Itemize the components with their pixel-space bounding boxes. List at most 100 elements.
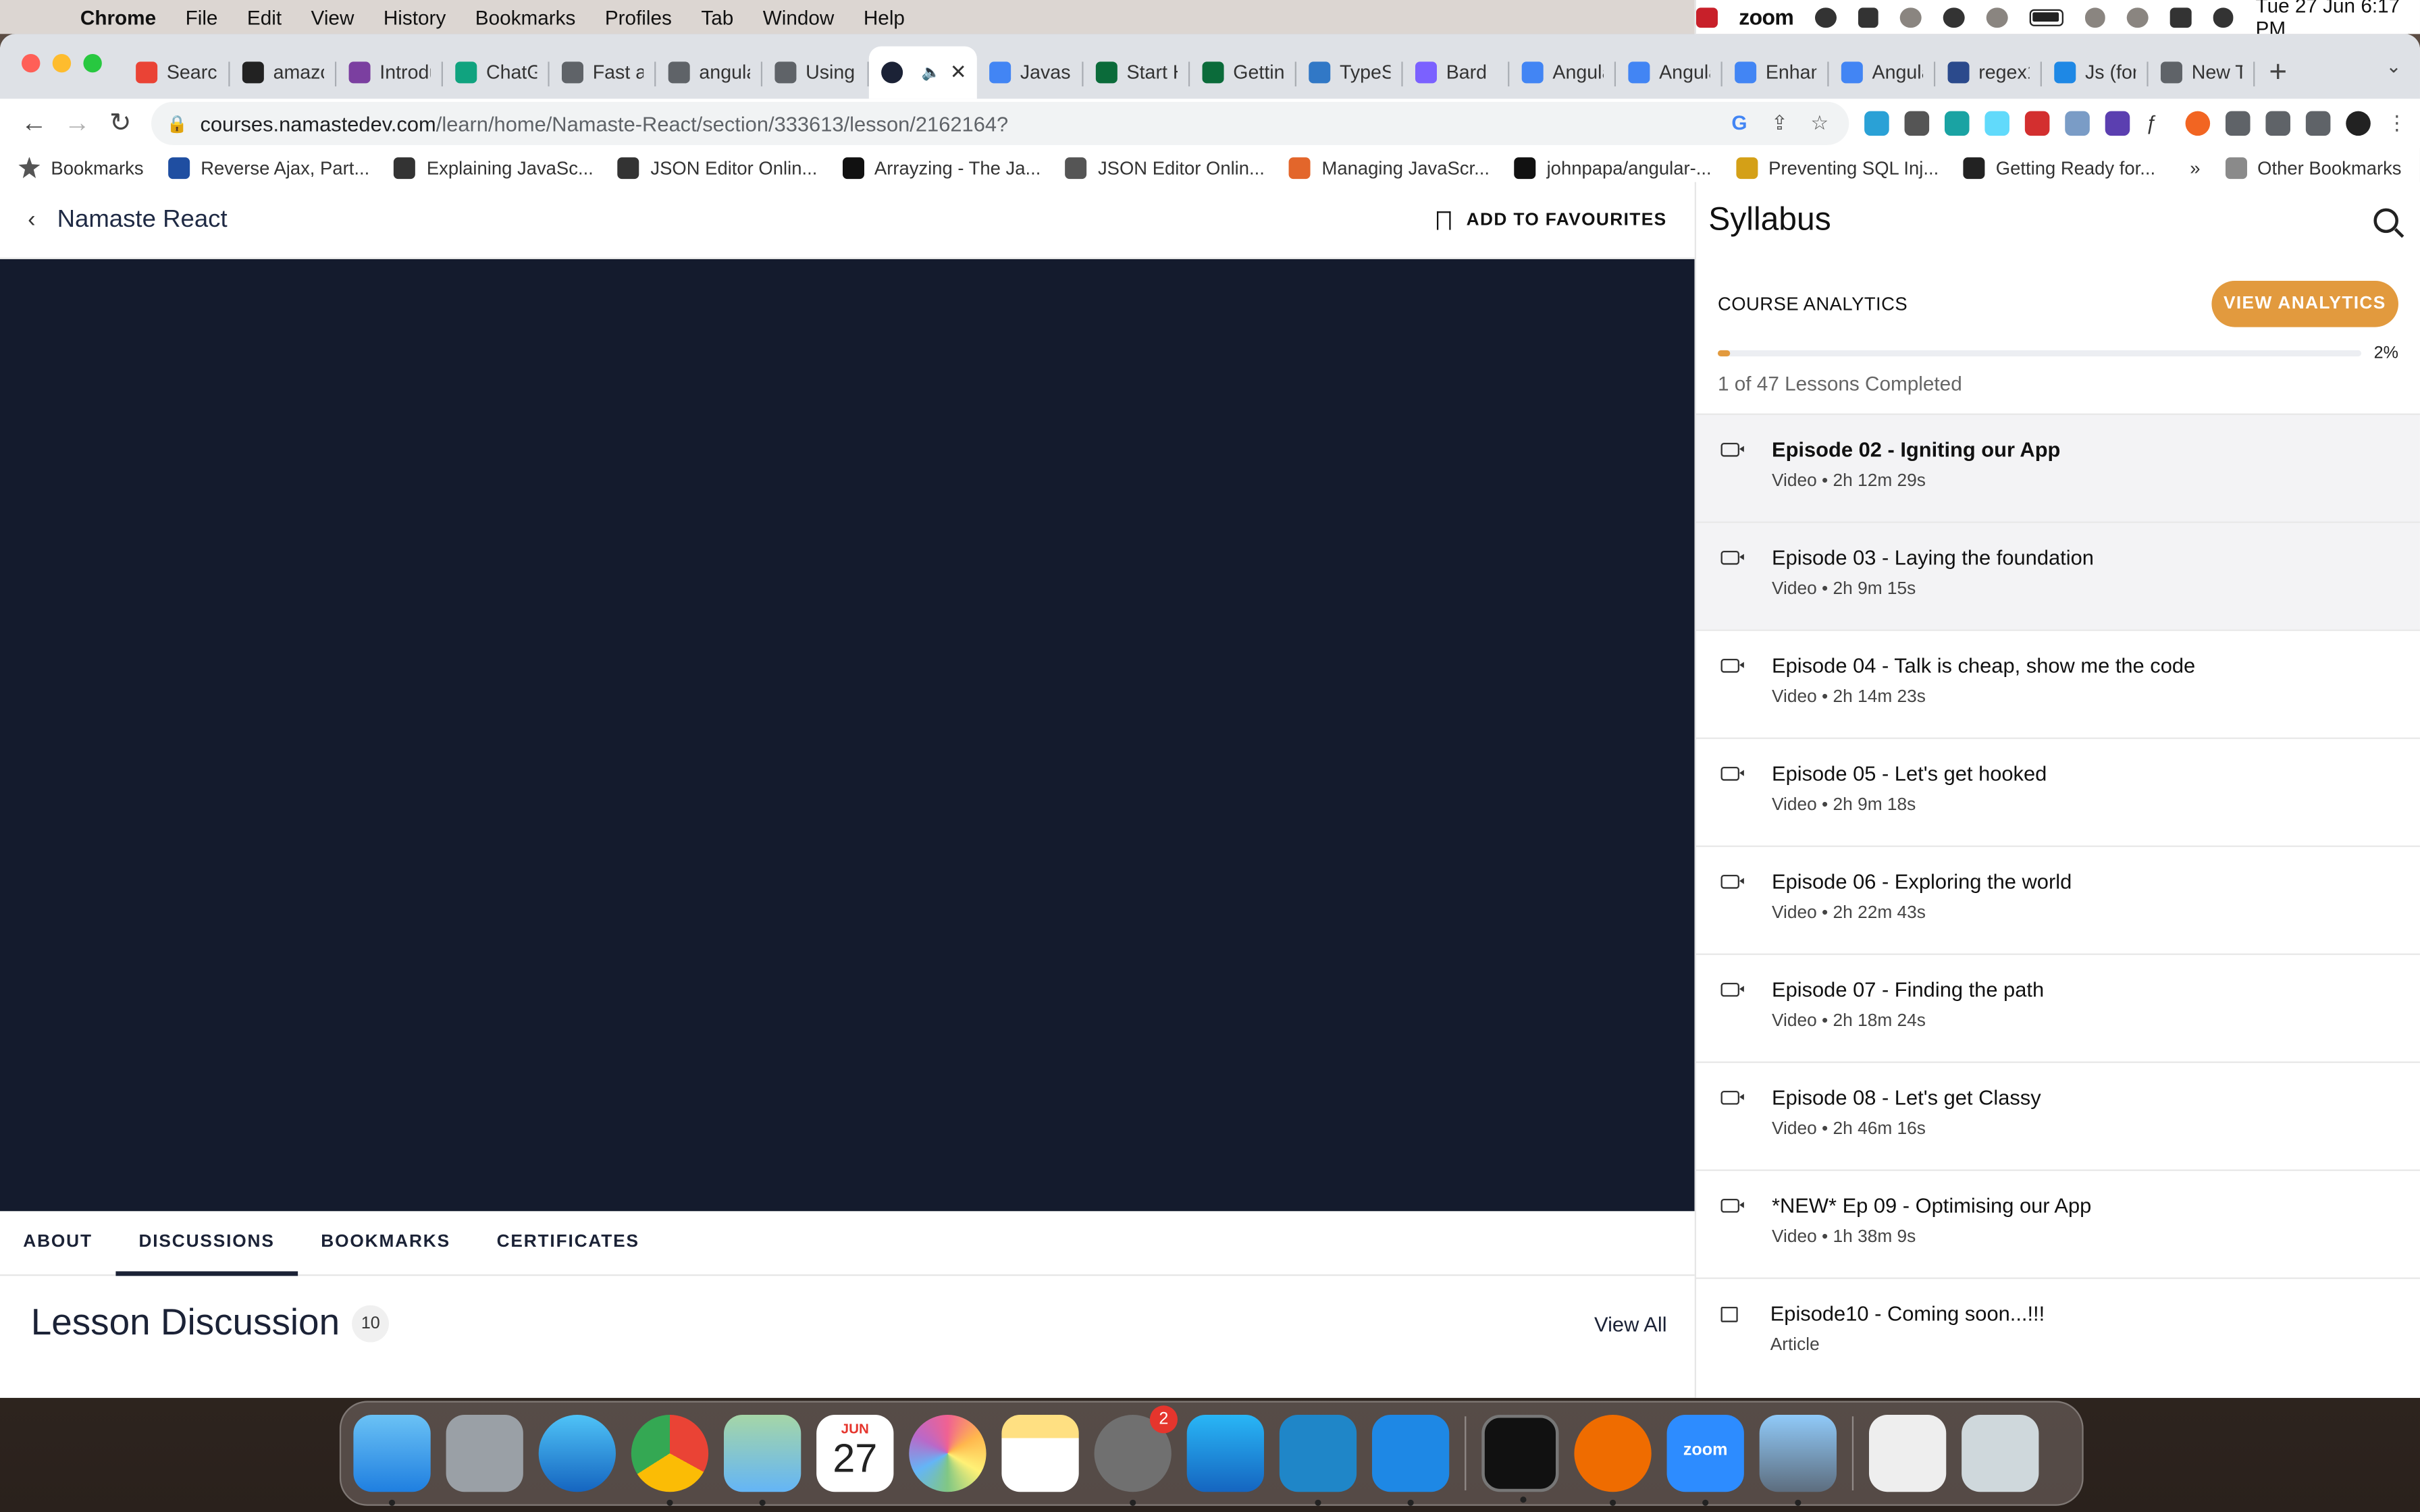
lock-icon[interactable]: 🔒 bbox=[167, 113, 188, 133]
bookmark-item[interactable]: Explaining JavaSc... bbox=[394, 156, 594, 178]
vpn-icon[interactable] bbox=[1858, 7, 1879, 27]
browser-tab[interactable]: TypeSc bbox=[1296, 47, 1403, 99]
browser-tab[interactable]: Start H bbox=[1084, 47, 1190, 99]
browser-tab[interactable]: Angula bbox=[1829, 47, 1936, 99]
clock[interactable]: Tue 27 Jun 6:17 PM bbox=[2256, 0, 2420, 34]
bluetooth-icon[interactable] bbox=[1986, 7, 2007, 27]
browser-tab[interactable]: Angula bbox=[1509, 47, 1616, 99]
menu-history[interactable]: History bbox=[384, 5, 446, 28]
back-icon[interactable]: ← bbox=[12, 108, 55, 139]
bookmark-item[interactable]: Preventing SQL Inj... bbox=[1736, 156, 1939, 178]
control-center-icon[interactable] bbox=[2169, 7, 2192, 27]
menu-tab[interactable]: Tab bbox=[701, 5, 733, 28]
lesson-item[interactable]: Episode 05 - Let's get hooked Video • 2h … bbox=[1695, 737, 2420, 846]
browser-tab[interactable]: Javasc bbox=[977, 47, 1084, 99]
siri-icon[interactable] bbox=[2213, 7, 2234, 27]
view-all-link[interactable]: View All bbox=[1594, 1312, 1666, 1335]
minimize-window-button[interactable] bbox=[52, 53, 72, 73]
menu-view[interactable]: View bbox=[311, 5, 354, 28]
lesson-item[interactable]: Episode 06 - Exploring the world Video • … bbox=[1695, 845, 2420, 954]
finder-icon[interactable] bbox=[353, 1414, 431, 1506]
browser-tab[interactable]: ChatGi bbox=[443, 47, 550, 99]
photos-icon[interactable] bbox=[909, 1414, 987, 1492]
back-chevron-icon[interactable]: ‹ bbox=[28, 207, 35, 233]
mcafee-icon[interactable] bbox=[1695, 7, 1718, 27]
close-window-button[interactable] bbox=[21, 53, 41, 73]
bookmark-item[interactable]: Arrayzing - The Ja... bbox=[841, 156, 1041, 178]
profile-avatar-icon[interactable] bbox=[2346, 111, 2371, 136]
menu-edit[interactable]: Edit bbox=[247, 5, 282, 28]
add-to-favourites-button[interactable]: ADD TO FAVOURITES bbox=[1437, 210, 1666, 230]
extension-icon[interactable] bbox=[2185, 111, 2211, 136]
react-devtools-icon[interactable] bbox=[1984, 111, 2009, 136]
tab-search-icon[interactable]: ⌄ bbox=[2386, 55, 2402, 77]
battery-icon[interactable] bbox=[2028, 8, 2063, 26]
settings-icon[interactable]: 2 bbox=[1094, 1405, 1178, 1506]
bookmark-item[interactable]: JSON Editor Onlin... bbox=[1065, 156, 1265, 178]
headphones-icon[interactable] bbox=[1815, 7, 1837, 27]
browser-tab[interactable]: Using bbox=[762, 47, 869, 99]
documents-folder-icon[interactable] bbox=[1868, 1414, 1947, 1492]
browser-tab[interactable]: Getting bbox=[1190, 47, 1296, 99]
lesson-item[interactable]: Episode 02 - Igniting our App Video • 2h … bbox=[1695, 413, 2420, 522]
safari-icon[interactable] bbox=[538, 1414, 616, 1492]
menu-help[interactable]: Help bbox=[864, 5, 905, 28]
play-icon[interactable] bbox=[1943, 7, 1965, 27]
bookmark-item[interactable]: JSON Editor Onlin... bbox=[618, 156, 817, 178]
spotlight-icon[interactable] bbox=[2127, 7, 2149, 27]
menu-profiles[interactable]: Profiles bbox=[605, 5, 672, 28]
notes-icon[interactable] bbox=[1001, 1414, 1079, 1492]
browser-tab[interactable]: angula bbox=[656, 47, 763, 99]
apple-icon[interactable] bbox=[28, 5, 49, 30]
vscode-icon[interactable] bbox=[1371, 1414, 1450, 1506]
more-bookmarks-icon[interactable]: » bbox=[2190, 157, 2200, 178]
menu-app-name[interactable]: Chrome bbox=[80, 5, 156, 28]
extension-icon[interactable] bbox=[2105, 111, 2130, 136]
share-icon[interactable]: ⇪ bbox=[1768, 112, 1790, 134]
browser-tab[interactable]: Enhanc bbox=[1722, 47, 1829, 99]
google-lens-icon[interactable]: G bbox=[1729, 112, 1750, 134]
app-store-icon[interactable] bbox=[1186, 1414, 1264, 1492]
tab-certificates[interactable]: CERTIFICATES bbox=[497, 1211, 639, 1274]
new-tab-button[interactable]: + bbox=[2255, 47, 2301, 99]
function-extension-icon[interactable]: ƒ bbox=[2145, 111, 2170, 136]
bookmark-item[interactable]: Managing JavaScr... bbox=[1289, 156, 1490, 178]
chrome-icon[interactable] bbox=[631, 1414, 709, 1506]
puzzle-icon[interactable] bbox=[2225, 111, 2251, 136]
lesson-item[interactable]: Episode 07 - Finding the path Video • 2h … bbox=[1695, 953, 2420, 1062]
extension-icon[interactable] bbox=[2065, 111, 2090, 136]
kebab-menu-icon[interactable]: ⋮ bbox=[2386, 112, 2408, 134]
calendar-icon[interactable]: JUN 27 bbox=[816, 1414, 894, 1492]
wifi-icon[interactable] bbox=[2084, 7, 2106, 27]
browser-tab[interactable]: regex1 bbox=[1935, 47, 2042, 99]
address-bar[interactable]: 🔒 courses.namastedev.com /learn/home/Nam… bbox=[151, 101, 1849, 145]
other-bookmarks[interactable]: Other Bookmarks bbox=[2225, 156, 2402, 178]
media-icon[interactable] bbox=[2265, 111, 2290, 136]
zoom-app-icon[interactable]: zoom bbox=[1666, 1414, 1744, 1506]
menu-window[interactable]: Window bbox=[763, 5, 835, 28]
extension-icon[interactable] bbox=[1864, 111, 1889, 136]
browser-tab[interactable]: Angula bbox=[1616, 47, 1722, 99]
menu-file[interactable]: File bbox=[186, 5, 218, 28]
menu-bookmarks[interactable]: Bookmarks bbox=[475, 5, 576, 28]
zoom-status-label[interactable]: zoom bbox=[1739, 5, 1794, 30]
trash-icon[interactable] bbox=[1962, 1414, 2039, 1492]
browser-tab[interactable]: amazo bbox=[230, 47, 337, 99]
preview-icon[interactable] bbox=[1759, 1414, 1837, 1506]
browser-tab[interactable]: Js (for bbox=[2042, 47, 2149, 99]
lesson-item[interactable]: *NEW* Ep 09 - Optimising our App Video • … bbox=[1695, 1169, 2420, 1278]
globe-icon[interactable] bbox=[1900, 7, 1922, 27]
launchpad-icon[interactable] bbox=[446, 1414, 523, 1492]
terminal-icon[interactable] bbox=[1481, 1414, 1559, 1503]
browser-tab[interactable]: Fast ar bbox=[550, 47, 656, 99]
video-player[interactable] bbox=[0, 259, 1695, 1212]
eyedropper-extension-icon[interactable] bbox=[1904, 111, 1930, 136]
tab-bookmarks[interactable]: BOOKMARKS bbox=[321, 1211, 450, 1274]
star-icon[interactable]: ☆ bbox=[1809, 112, 1831, 134]
lesson-item[interactable]: Episode10 - Coming soon...!!! Article bbox=[1695, 1277, 2420, 1386]
screen-share-icon[interactable] bbox=[1279, 1414, 1357, 1506]
tab-audio-icon[interactable]: 🔈 bbox=[922, 64, 941, 81]
bookmark-item[interactable]: johnpapa/angular-... bbox=[1514, 156, 1712, 178]
maps-icon[interactable] bbox=[723, 1414, 801, 1506]
browser-tab[interactable]: N🔈✕ bbox=[868, 46, 977, 99]
